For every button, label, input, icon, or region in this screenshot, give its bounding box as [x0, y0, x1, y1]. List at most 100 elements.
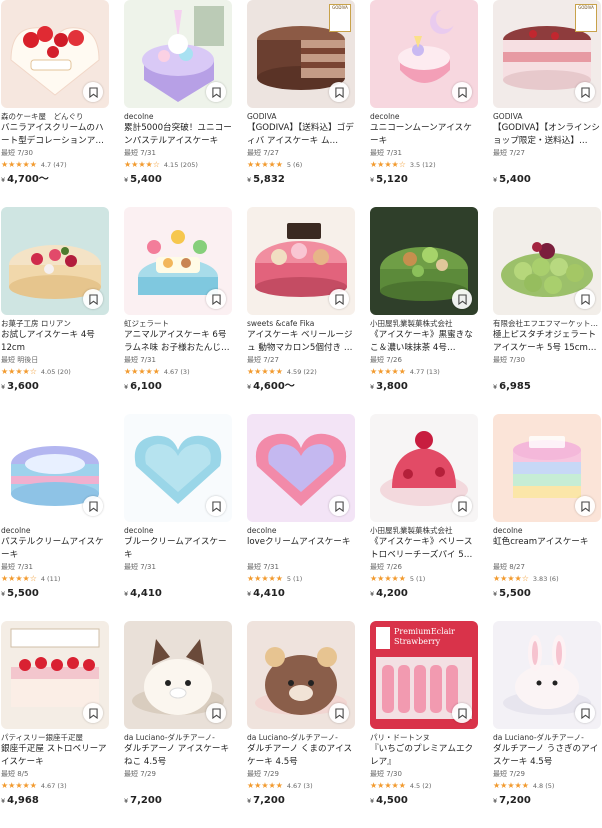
seller-name[interactable]: パリ・ドートンヌ — [370, 732, 480, 743]
bookmark-button[interactable] — [83, 289, 103, 309]
product-card[interactable]: decolne 虹色creamアイスケーキ 最短 8/27 ★★★★☆ 3.83 … — [493, 414, 602, 621]
product-card[interactable]: decolne ユニコーンムーンアイスケーキ 最短 7/31 ★★★★☆ 3.5 … — [370, 0, 480, 207]
bookmark-button[interactable] — [329, 82, 349, 102]
bookmark-button[interactable] — [575, 289, 595, 309]
product-image[interactable] — [370, 207, 478, 315]
bookmark-button[interactable] — [329, 703, 349, 723]
bookmark-button[interactable] — [206, 82, 226, 102]
seller-name[interactable]: decolne — [1, 525, 111, 536]
product-image[interactable] — [124, 207, 232, 315]
product-title[interactable]: 虹色creamアイスケーキ — [493, 536, 602, 561]
seller-name[interactable]: GODIVA — [493, 111, 602, 122]
bookmark-button[interactable] — [329, 496, 349, 516]
product-image[interactable] — [247, 207, 355, 315]
product-card[interactable]: 森のケーキ屋 どんぐり バニラアイスクリームのハート型デコレーションア… 最短 … — [1, 0, 111, 207]
seller-name[interactable]: sweets &cafe Fika — [247, 318, 357, 329]
product-title[interactable]: お試しアイスケーキ 4号 12cm — [1, 329, 111, 354]
product-title[interactable]: パステルクリームアイスケーキ — [1, 536, 111, 561]
bookmark-button[interactable] — [83, 703, 103, 723]
product-title[interactable]: ダルチアーノ アイスケーキ ねこ 4.5号 — [124, 743, 234, 768]
bookmark-button[interactable] — [452, 496, 472, 516]
product-card[interactable]: decolne パステルクリームアイスケーキ 最短 7/31 ★★★★☆ 4 (1… — [1, 414, 111, 621]
seller-name[interactable]: da Luciano-ダルチアーノ- — [124, 732, 234, 743]
product-image[interactable] — [1, 414, 109, 522]
product-image[interactable] — [124, 0, 232, 108]
product-title[interactable]: loveクリームアイスケーキ — [247, 536, 357, 561]
product-title[interactable]: 累計5000台突破！ユニコーンパステルアイスケーキ — [124, 122, 234, 147]
product-card[interactable]: decolne ブルークリームアイスケーキ 最短 7/31 ¥4,410 — [124, 414, 234, 621]
seller-name[interactable]: 虹ジェラート — [124, 318, 234, 329]
product-card[interactable]: GODIVA GODIVA 【GODIVA】【オンラインショップ限定・送料込】…… — [493, 0, 602, 207]
product-image[interactable] — [124, 621, 232, 729]
bookmark-button[interactable] — [206, 703, 226, 723]
product-title[interactable]: 《アイスケーキ》黒蜜きなこ＆濃い味抹茶 4号 12cm… — [370, 329, 480, 354]
product-title[interactable]: 《アイスケーキ》ベリーストロベリーチーズパイ 5… — [370, 536, 480, 561]
product-image[interactable] — [1, 0, 109, 108]
product-card[interactable]: decolne loveクリームアイスケーキ 最短 7/31 ★★★★★ 5 (1… — [247, 414, 357, 621]
product-card[interactable]: sweets &cafe Fika アイスケーキ ベリールージュ 動物マカロン5… — [247, 207, 357, 414]
product-title[interactable]: ダルチアーノ うさぎのアイスケーキ 4.5号 — [493, 743, 602, 768]
bookmark-button[interactable] — [575, 496, 595, 516]
bookmark-button[interactable] — [575, 703, 595, 723]
seller-name[interactable]: パティスリー銀座千疋屋 — [1, 732, 111, 743]
bookmark-button[interactable] — [575, 82, 595, 102]
product-card[interactable]: PremiumEclair Strawberry パリ・ドートンヌ 『いちごのプ… — [370, 621, 480, 828]
product-title[interactable]: アイスケーキ ベリールージュ 動物マカロン5個付き … — [247, 329, 357, 354]
product-card[interactable]: da Luciano-ダルチアーノ- ダルチアーノ アイスケーキ ねこ 4.5号… — [124, 621, 234, 828]
product-card[interactable]: パティスリー銀座千疋屋 銀座千疋屋 ストロベリーアイスケーキ 最短 8/5 ★★… — [1, 621, 111, 828]
seller-name[interactable]: da Luciano-ダルチアーノ- — [247, 732, 357, 743]
product-title[interactable]: ダルチアーノ くまのアイスケーキ 4.5号 — [247, 743, 357, 768]
product-card[interactable]: da Luciano-ダルチアーノ- ダルチアーノ くまのアイスケーキ 4.5号… — [247, 621, 357, 828]
product-title[interactable]: 極上ピスタチオジェラート アイスケーキ 5号 15cm径… — [493, 329, 602, 354]
product-image[interactable] — [493, 207, 601, 315]
product-image[interactable] — [124, 414, 232, 522]
product-image[interactable] — [1, 207, 109, 315]
product-title[interactable]: 【GODIVA】【送料込】ゴディバ アイスケーキ ム… — [247, 122, 357, 147]
product-image[interactable] — [247, 414, 355, 522]
bookmark-button[interactable] — [329, 289, 349, 309]
product-image[interactable] — [370, 414, 478, 522]
product-card[interactable]: GODIVA GODIVA 【GODIVA】【送料込】ゴディバ アイスケーキ ム… — [247, 0, 357, 207]
product-image[interactable] — [493, 414, 601, 522]
product-title[interactable]: 銀座千疋屋 ストロベリーアイスケーキ — [1, 743, 111, 768]
seller-name[interactable]: お菓子工房 ロリアン — [1, 318, 111, 329]
seller-name[interactable]: decolne — [370, 111, 480, 122]
seller-name[interactable]: 森のケーキ屋 どんぐり — [1, 111, 111, 122]
bookmark-button[interactable] — [206, 496, 226, 516]
product-card[interactable]: 小田屋乳業製菓株式会社 《アイスケーキ》ベリーストロベリーチーズパイ 5… 最短… — [370, 414, 480, 621]
product-card[interactable]: decolne 累計5000台突破！ユニコーンパステルアイスケーキ 最短 7/3… — [124, 0, 234, 207]
product-title[interactable]: ユニコーンムーンアイスケーキ — [370, 122, 480, 147]
bookmark-button[interactable] — [452, 703, 472, 723]
product-card[interactable]: 有限会社エフエフマーケット… 極上ピスタチオジェラート アイスケーキ 5号 15… — [493, 207, 602, 414]
product-card[interactable]: 虹ジェラート アニマルアイスケーキ 6号 ラムネ味 お子様おたんじ… 最短 7/… — [124, 207, 234, 414]
product-card[interactable]: 小田屋乳業製菓株式会社 《アイスケーキ》黒蜜きなこ＆濃い味抹茶 4号 12cm…… — [370, 207, 480, 414]
seller-name[interactable]: GODIVA — [247, 111, 357, 122]
product-image[interactable] — [247, 621, 355, 729]
bookmark-button[interactable] — [83, 496, 103, 516]
bookmark-button[interactable] — [452, 82, 472, 102]
product-title[interactable]: アニマルアイスケーキ 6号 ラムネ味 お子様おたんじ… — [124, 329, 234, 354]
product-card[interactable]: da Luciano-ダルチアーノ- ダルチアーノ うさぎのアイスケーキ 4.5… — [493, 621, 602, 828]
seller-name[interactable]: 小田屋乳業製菓株式会社 — [370, 525, 480, 536]
seller-name[interactable]: decolne — [247, 525, 357, 536]
seller-name[interactable]: decolne — [124, 525, 234, 536]
product-title[interactable]: 【GODIVA】【オンラインショップ限定・送料込】… — [493, 122, 602, 147]
seller-name[interactable]: 小田屋乳業製菓株式会社 — [370, 318, 480, 329]
seller-name[interactable]: da Luciano-ダルチアーノ- — [493, 732, 602, 743]
product-image[interactable]: GODIVA — [493, 0, 601, 108]
product-title[interactable]: バニラアイスクリームのハート型デコレーションア… — [1, 122, 111, 147]
product-title[interactable]: ブルークリームアイスケーキ — [124, 536, 234, 561]
product-title[interactable]: 『いちごのプレミアムエクレア』 — [370, 743, 480, 768]
seller-name[interactable]: decolne — [493, 525, 602, 536]
seller-name[interactable]: 有限会社エフエフマーケット… — [493, 318, 602, 329]
bookmark-button[interactable] — [206, 289, 226, 309]
product-image[interactable]: GODIVA — [247, 0, 355, 108]
product-image[interactable] — [493, 621, 601, 729]
product-image[interactable]: PremiumEclair Strawberry — [370, 621, 478, 729]
bookmark-button[interactable] — [83, 82, 103, 102]
product-card[interactable]: お菓子工房 ロリアン お試しアイスケーキ 4号 12cm 最短 明後日 ★★★★… — [1, 207, 111, 414]
bookmark-button[interactable] — [452, 289, 472, 309]
product-image[interactable] — [370, 0, 478, 108]
seller-name[interactable]: decolne — [124, 111, 234, 122]
product-image[interactable] — [1, 621, 109, 729]
